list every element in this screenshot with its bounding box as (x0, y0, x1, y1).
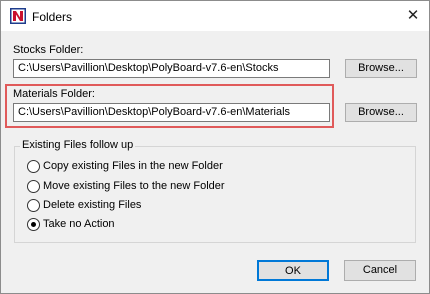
radio-label: Copy existing Files in the new Folder (43, 160, 223, 172)
window-title: Folders (32, 10, 73, 24)
cancel-button[interactable]: Cancel (344, 260, 416, 281)
stocks-folder-input[interactable]: C:\Users\Pavillion\Desktop\PolyBoard-v7.… (13, 59, 330, 78)
close-icon: ✕ (406, 7, 420, 24)
materials-folder-label: Materials Folder: (13, 88, 95, 100)
radio-label: Delete existing Files (43, 199, 142, 211)
radio-button[interactable] (27, 199, 40, 212)
radio-selected-dot (31, 222, 36, 227)
materials-folder-input[interactable]: C:\Users\Pavillion\Desktop\PolyBoard-v7.… (13, 103, 330, 122)
title-bar: Folders ✕ (1, 1, 429, 31)
radio-button-selected[interactable] (27, 218, 40, 231)
close-button[interactable]: ✕ (399, 4, 427, 28)
stocks-folder-label: Stocks Folder: (13, 44, 84, 56)
folders-dialog: Folders ✕ Stocks Folder: C:\Users\Pavill… (0, 0, 430, 294)
radio-button[interactable] (27, 180, 40, 193)
materials-browse-button[interactable]: Browse... (345, 103, 417, 122)
ok-button[interactable]: OK (257, 260, 329, 281)
polyboard-app-icon (10, 8, 26, 24)
radio-label: Take no Action (43, 218, 115, 230)
stocks-browse-button[interactable]: Browse... (345, 59, 417, 78)
radio-label: Move existing Files to the new Folder (43, 180, 225, 192)
existing-files-group-title: Existing Files follow up (20, 139, 136, 151)
radio-button[interactable] (27, 160, 40, 173)
